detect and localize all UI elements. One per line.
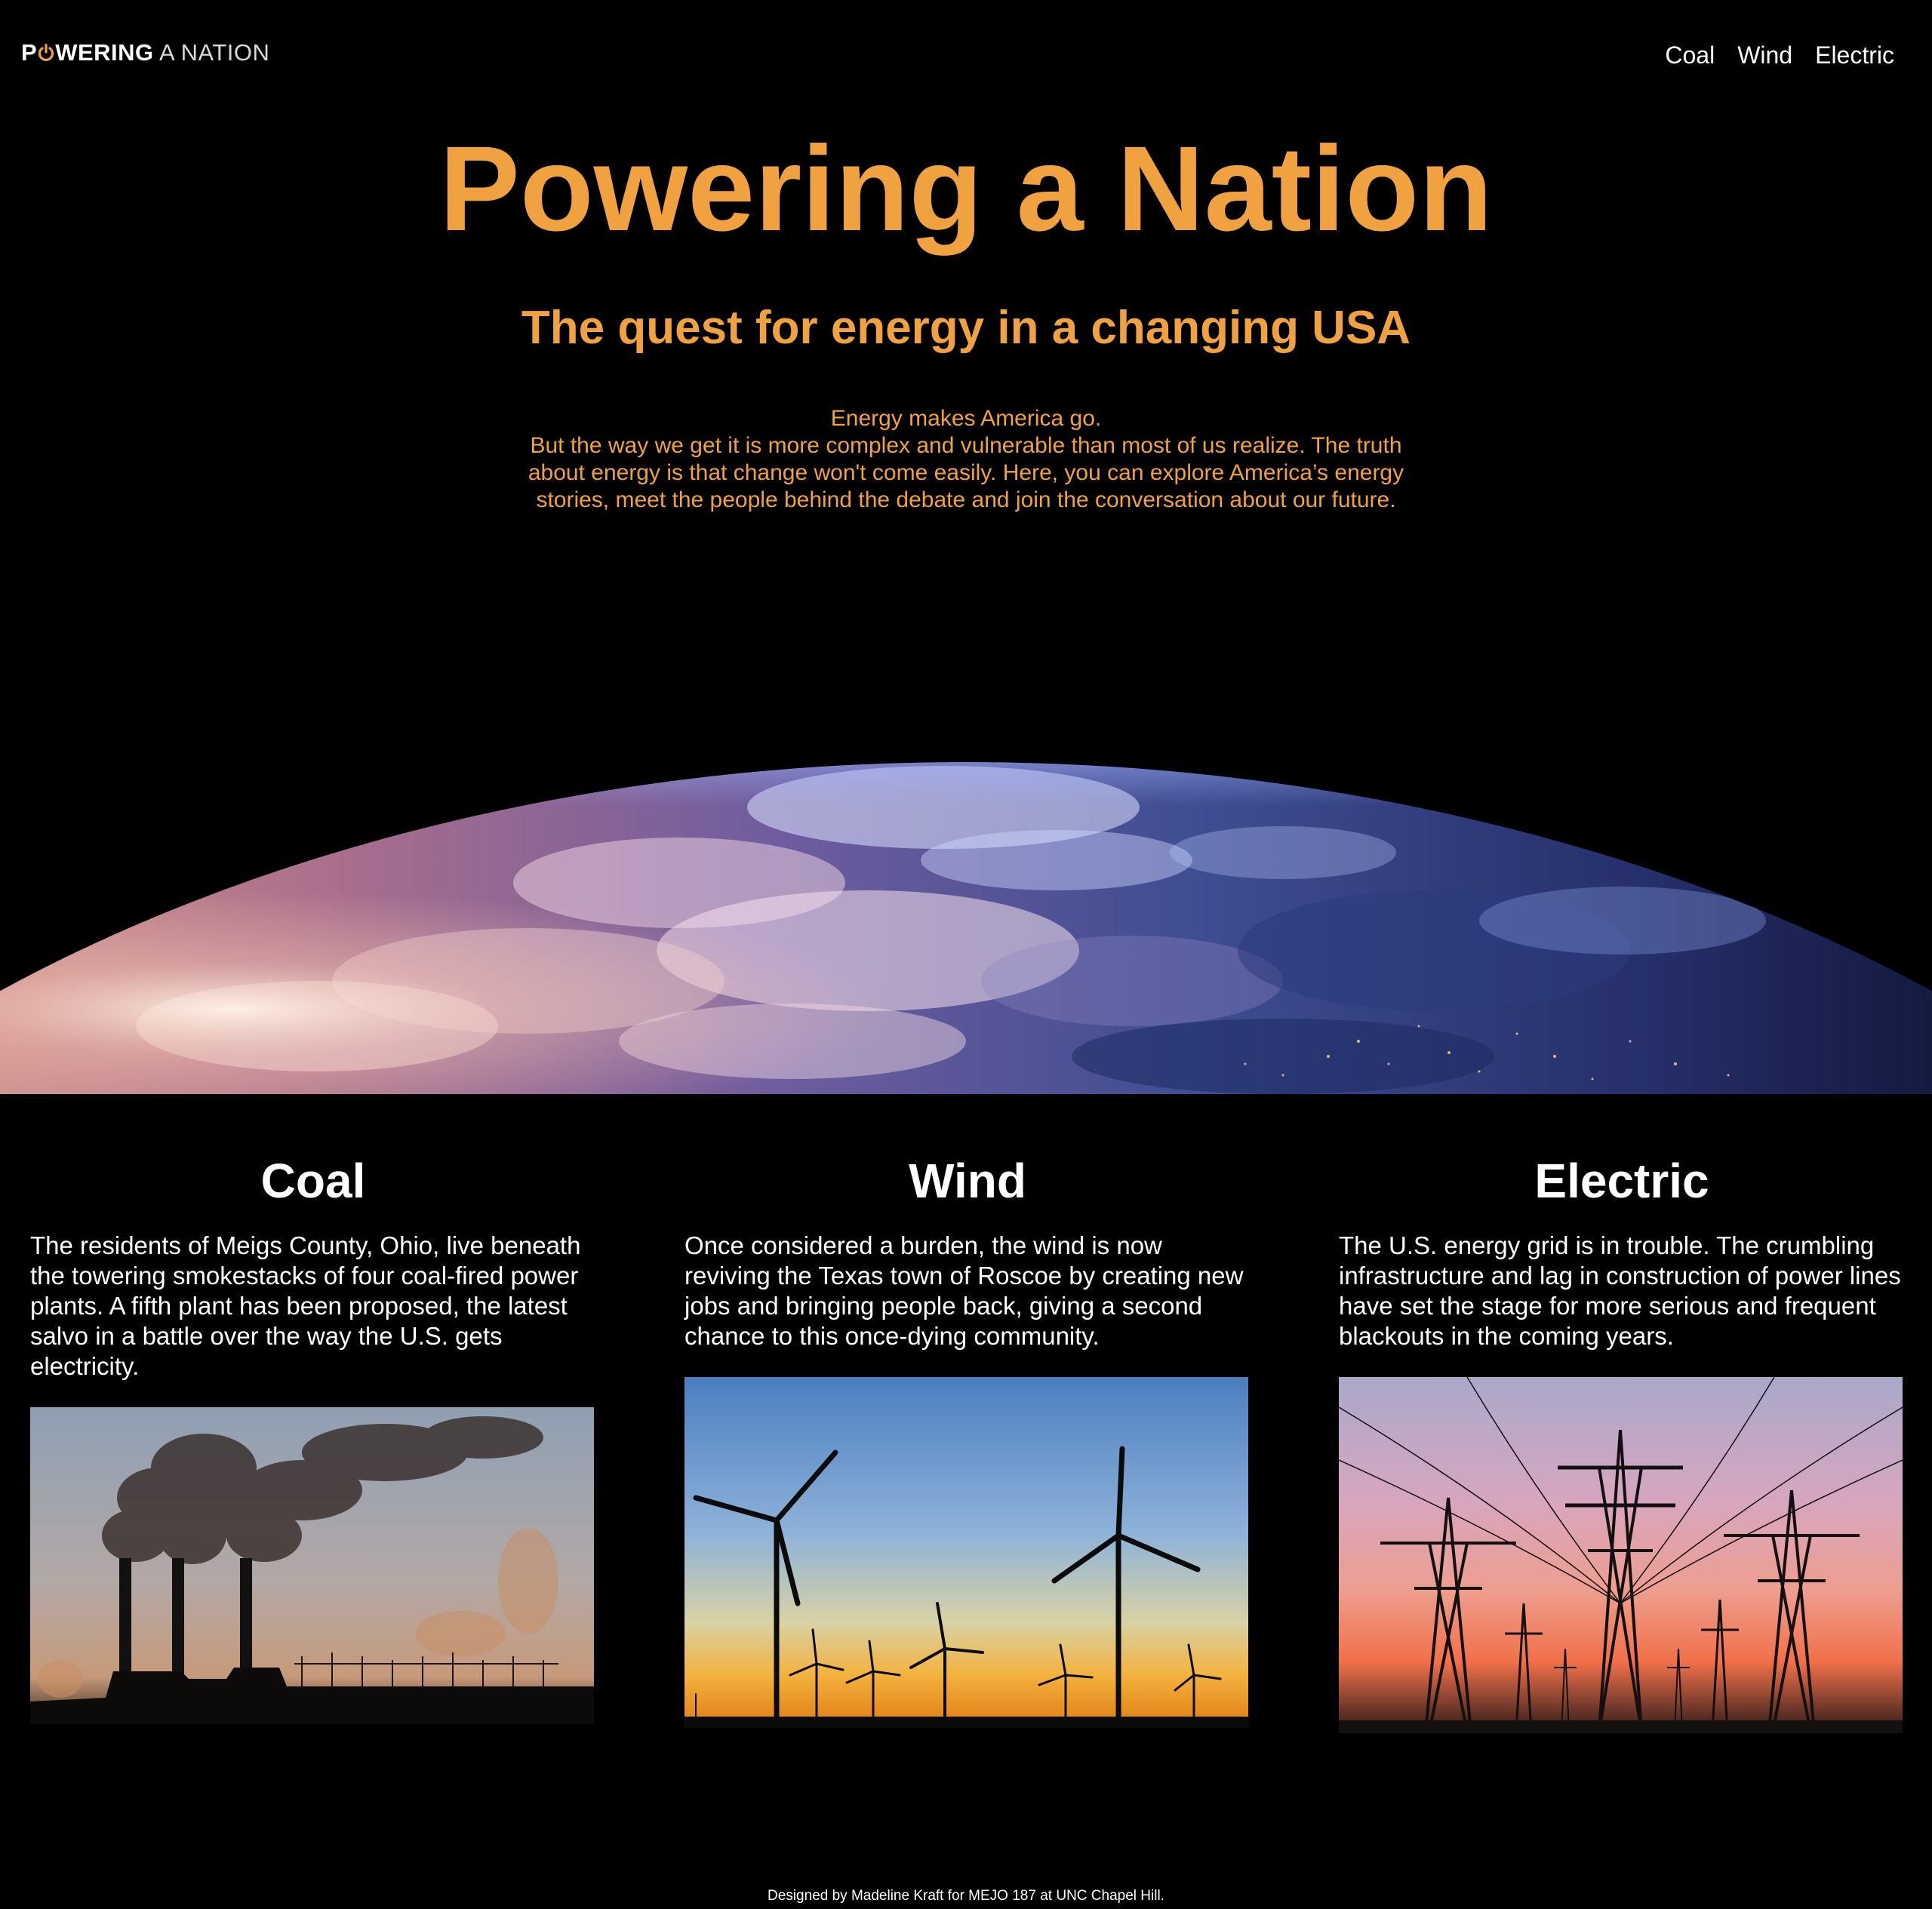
hero-intro-body: But the way we get it is more complex an… (528, 433, 1404, 512)
section-wind-title: Wind (909, 1154, 1026, 1208)
logo-word-powering: WERING (55, 39, 154, 66)
section-coal-title: Coal (260, 1154, 366, 1208)
section-wind-text: Once considered a burden, the wind is no… (685, 1231, 1244, 1350)
wind-turbines-photo (685, 1377, 1248, 1728)
hero-intro-first-line: Energy makes America go. (830, 406, 1102, 431)
section-electric: Electric The U.S. energy grid is in trou… (1339, 1151, 1905, 1733)
page: P WERING A NATION Coal Wind Electric Powe… (0, 0, 1932, 1909)
section-wind: Wind Once considered a burden, the wind … (685, 1151, 1251, 1728)
logo-word-nation: A NATION (159, 39, 270, 66)
section-electric-text: The U.S. energy grid is in trouble. The … (1339, 1231, 1901, 1350)
footer-credit: Designed by Madeline Kraft for MEJO 187 … (768, 1888, 1164, 1904)
hero-title: Powering a Nation (439, 121, 1493, 256)
hero-intro: Energy makes America go. But the way we … (521, 405, 1411, 514)
coal-plant-photo (30, 1407, 594, 1724)
logo-letter-p: P (21, 39, 38, 66)
section-coal-text: The residents of Meigs County, Ohio, liv… (30, 1231, 581, 1380)
power-icon (38, 41, 54, 61)
main-nav: Coal Wind Electric (1665, 42, 1894, 69)
hero-subtitle: The quest for energy in a changing USA (521, 302, 1411, 354)
earth-horizon-image (0, 755, 1932, 1094)
nav-link-wind[interactable]: Wind (1737, 42, 1792, 69)
site-logo[interactable]: P WERING A NATION (21, 39, 269, 66)
section-coal: Coal The residents of Meigs County, Ohio… (30, 1151, 596, 1724)
power-lines-photo (1339, 1377, 1903, 1733)
section-electric-title: Electric (1534, 1154, 1709, 1208)
nav-link-electric[interactable]: Electric (1815, 42, 1894, 69)
nav-link-coal[interactable]: Coal (1665, 42, 1715, 69)
